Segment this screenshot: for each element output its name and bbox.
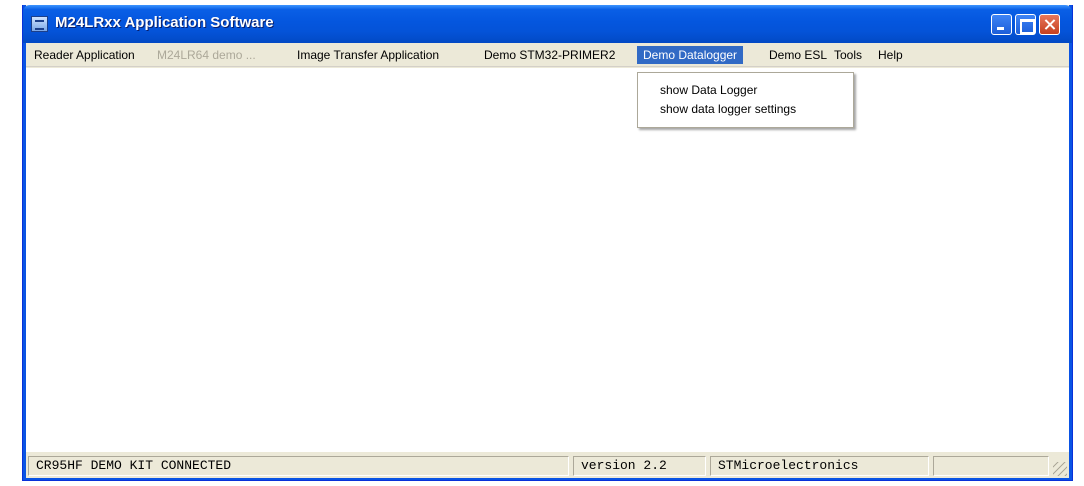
- app-window: M24LRxx Application Software Reader Appl…: [22, 5, 1073, 481]
- menu-item-show-data-logger[interactable]: show Data Logger: [660, 81, 757, 99]
- status-bar: CR95HF DEMO KIT CONNECTED version 2.2 ST…: [26, 453, 1069, 478]
- datalogger-dropdown-menu: show Data Logger show data logger settin…: [637, 72, 854, 128]
- menu-m24lr64-demo: M24LR64 demo ...: [157, 48, 256, 62]
- main-content-area: [26, 68, 1069, 452]
- status-version: version 2.2: [573, 456, 706, 476]
- menu-tools[interactable]: Tools: [828, 46, 868, 64]
- minimize-button[interactable]: [991, 14, 1012, 35]
- menu-reader-application[interactable]: Reader Application: [28, 46, 141, 64]
- resize-grip-icon[interactable]: [1053, 462, 1067, 476]
- menu-demo-datalogger[interactable]: Demo Datalogger: [637, 46, 744, 64]
- menu-bar: Reader Application M24LR64 demo ... Imag…: [26, 43, 1069, 67]
- status-connection: CR95HF DEMO KIT CONNECTED: [28, 456, 569, 476]
- menu-help[interactable]: Help: [872, 46, 909, 64]
- status-vendor: STMicroelectronics: [710, 456, 929, 476]
- app-icon[interactable]: [31, 16, 48, 32]
- status-extra: [933, 456, 1049, 476]
- menu-demo-esl[interactable]: Demo ESL: [763, 46, 833, 64]
- close-button[interactable]: [1039, 14, 1060, 35]
- maximize-button[interactable]: [1015, 14, 1036, 35]
- window-title: M24LRxx Application Software: [55, 14, 274, 31]
- menu-image-transfer-application[interactable]: Image Transfer Application: [291, 46, 445, 64]
- menu-demo-stm32-primer2[interactable]: Demo STM32-PRIMER2: [478, 46, 621, 64]
- title-bar[interactable]: M24LRxx Application Software: [23, 5, 1072, 43]
- menu-item-show-data-logger-settings[interactable]: show data logger settings: [660, 100, 796, 118]
